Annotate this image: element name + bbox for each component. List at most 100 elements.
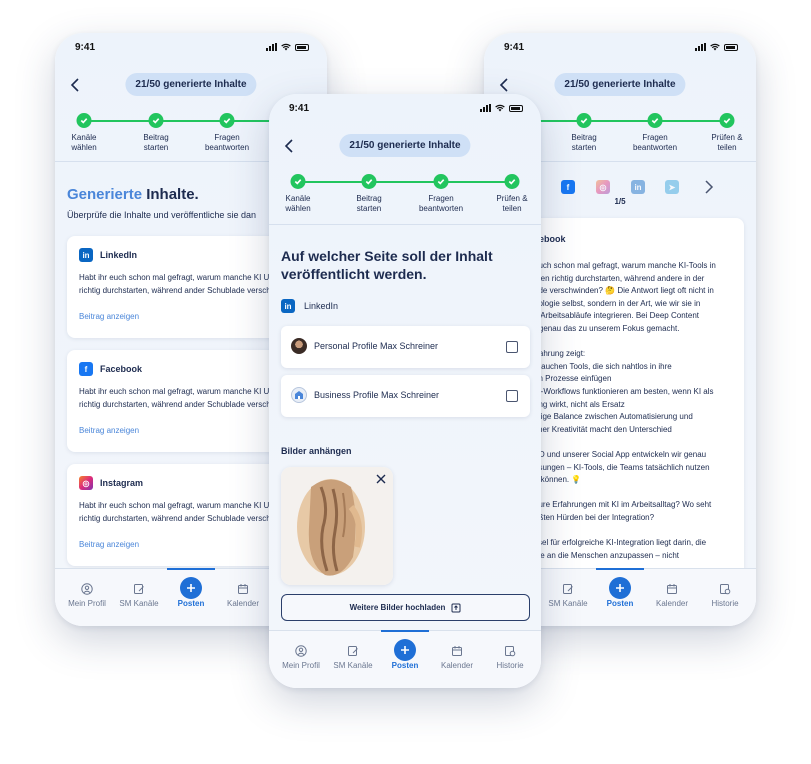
telegram-icon[interactable]: ➤ [665, 180, 679, 194]
step-check-icon [290, 174, 306, 189]
card-channel-name: LinkedIn [100, 250, 138, 260]
status-bar: 9:41 [269, 94, 541, 122]
step-label: Prüfen & teilen [711, 133, 743, 152]
card-channel-name: Instagram [100, 478, 144, 488]
nav-calendar[interactable]: Kalender [216, 583, 270, 608]
nav-profile[interactable]: Mein Profil [274, 645, 328, 670]
nav-label: SM Kanäle [548, 599, 588, 608]
business-avatar-icon [291, 387, 307, 403]
nav-sm-channels[interactable]: SM Kanäle [112, 583, 166, 608]
back-arrow-icon[interactable] [498, 78, 510, 92]
close-icon[interactable] [376, 474, 386, 484]
back-arrow-icon[interactable] [69, 78, 81, 92]
plus-icon[interactable] [394, 639, 416, 661]
nav-profile[interactable]: Mein Profil [60, 583, 114, 608]
edit-doc-icon [563, 584, 573, 594]
nav-post[interactable]: Posten [593, 577, 647, 608]
selected-channel-name: LinkedIn [304, 301, 339, 311]
instagram-icon: ◎ [79, 476, 93, 490]
profile-checkbox[interactable] [506, 390, 518, 402]
nav-post[interactable]: Posten [164, 577, 218, 608]
step-check-icon [504, 174, 520, 189]
user-circle-icon [81, 583, 93, 595]
view-post-link[interactable]: Beitrag anzeigen [79, 312, 139, 321]
system-icons [266, 43, 309, 51]
profile-label: Business Profile Max Schreiner [314, 390, 440, 400]
card-channel: f Facebook [79, 362, 142, 376]
upload-more-images-button[interactable]: Weitere Bilder hochladen [281, 594, 530, 621]
facebook-icon: f [79, 362, 93, 376]
back-arrow-icon[interactable] [283, 139, 295, 153]
page-title: Generierte Inhalte. [67, 186, 199, 203]
nav-post[interactable]: Posten [378, 639, 432, 670]
linkedin-icon[interactable]: in [631, 180, 645, 194]
step-check-icon [576, 113, 592, 128]
step-check-icon [76, 113, 92, 128]
divider [269, 224, 541, 225]
instagram-icon[interactable]: ◎ [596, 180, 610, 194]
nav-label: Kalender [440, 661, 474, 670]
nav-label: Kalender [226, 599, 260, 608]
step-line [298, 181, 512, 183]
nav-history[interactable]: Historie [483, 645, 537, 670]
profile-label: Personal Profile Max Schreiner [314, 341, 439, 351]
edit-doc-icon [348, 646, 358, 656]
nav-sm-channels[interactable]: SM Kanäle [326, 645, 380, 670]
progress-stepper: Kanäle wählen Beitrag starten Fragen bea… [269, 174, 541, 218]
nav-label: SM Kanäle [119, 599, 159, 608]
nav-label: Posten [391, 661, 419, 670]
step-label: Kanäle wählen [71, 133, 97, 152]
status-time: 9:41 [504, 42, 525, 53]
page-title-rest: Inhalte. [142, 186, 199, 203]
step-label: Fragen beantworten [632, 133, 678, 152]
plus-icon[interactable] [609, 577, 631, 599]
view-post-link[interactable]: Beitrag anzeigen [79, 540, 139, 549]
profile-option-business[interactable]: Business Profile Max Schreiner [281, 375, 530, 417]
status-time: 9:41 [289, 103, 310, 114]
signal-icon [266, 43, 277, 51]
nav-label: Historie [711, 599, 739, 608]
generated-counter-pill: 21/50 generierte Inhalte [339, 134, 471, 157]
system-icons [480, 104, 523, 112]
status-bar: 9:41 [484, 33, 756, 61]
profile-option-personal[interactable]: Personal Profile Max Schreiner [281, 326, 530, 368]
signal-icon [695, 43, 706, 51]
step-check-icon [433, 174, 449, 189]
facebook-icon[interactable]: f [561, 180, 575, 194]
edit-doc-icon [134, 584, 144, 594]
nav-sm-channels[interactable]: SM Kanäle [541, 583, 595, 608]
active-indicator [381, 630, 429, 632]
history-icon [720, 584, 731, 595]
nav-calendar[interactable]: Kalender [645, 583, 699, 608]
status-time: 9:41 [75, 42, 96, 53]
wifi-icon [495, 104, 505, 112]
step-label: Beitrag starten [143, 133, 169, 152]
pager: 1/5 [614, 197, 626, 206]
nav-label: Historie [496, 661, 524, 670]
upload-button-label: Weitere Bilder hochladen [349, 603, 446, 612]
status-bar: 9:41 [55, 33, 327, 61]
attach-images-label: Bilder anhängen [281, 446, 352, 456]
profile-checkbox[interactable] [506, 341, 518, 353]
step-label: Fragen beantworten [418, 194, 464, 213]
linkedin-icon: in [79, 248, 93, 262]
question-title: Auf welcher Seite soll der Inhalt veröff… [281, 248, 493, 282]
plus-icon[interactable] [180, 577, 202, 599]
nav-history[interactable]: Historie [698, 583, 752, 608]
step-check-icon [361, 174, 377, 189]
step-check-icon [647, 113, 663, 128]
card-channel: ◎ Instagram [79, 476, 143, 490]
wifi-icon [710, 43, 720, 51]
braid-photo [281, 467, 393, 585]
card-channel: in LinkedIn [79, 248, 137, 262]
step-check-icon [219, 113, 235, 128]
chevron-right-icon[interactable] [704, 180, 714, 194]
phone-center: 9:41 21/50 generierte Inhalte Kanäle wäh… [269, 94, 541, 688]
linkedin-icon: in [281, 299, 295, 313]
system-icons [695, 43, 738, 51]
nav-calendar[interactable]: Kalender [430, 645, 484, 670]
calendar-icon [667, 584, 677, 594]
active-indicator [596, 568, 644, 570]
nav-label: Posten [606, 599, 634, 608]
view-post-link[interactable]: Beitrag anzeigen [79, 426, 139, 435]
